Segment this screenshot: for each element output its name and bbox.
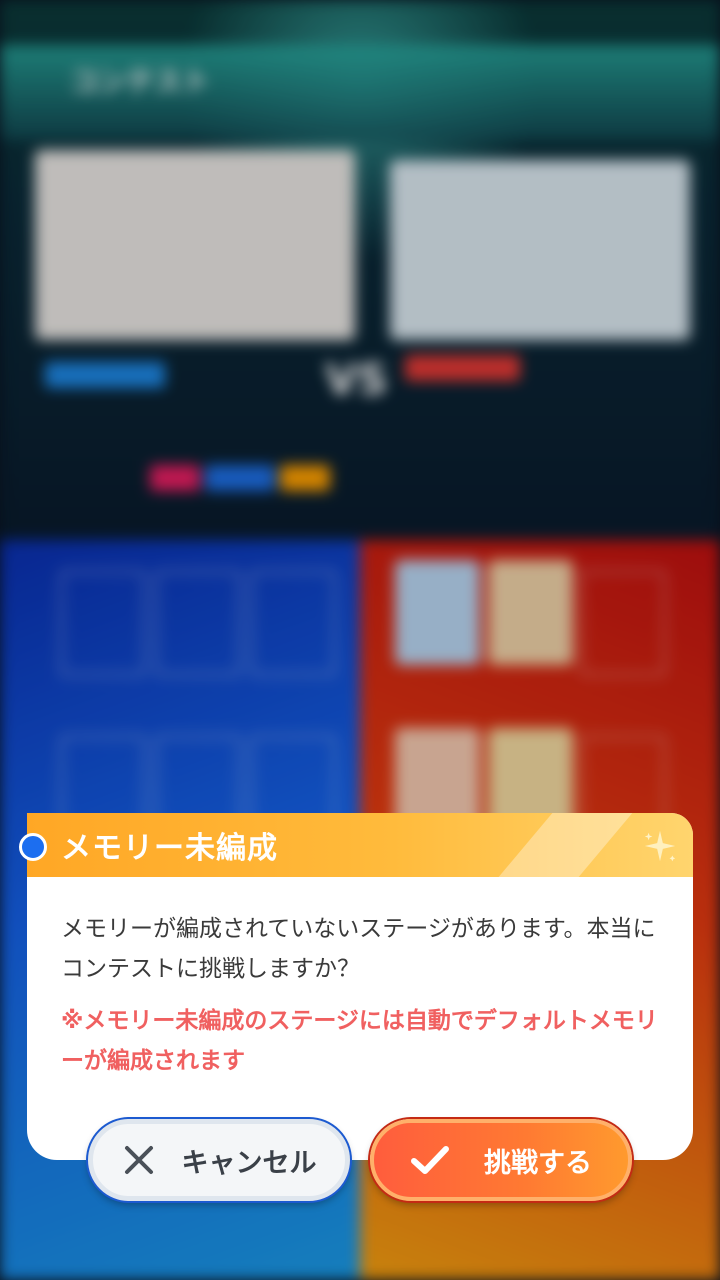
dialog-note: ※メモリー未編成のステージには自動でデフォルトメモリーが編成されます: [61, 1008, 658, 1074]
close-icon: [124, 1146, 153, 1174]
confirm-button-label: 挑戦する: [484, 1147, 592, 1179]
header-bullet-icon: [19, 833, 47, 861]
cancel-button-label: キャンセル: [181, 1147, 317, 1179]
sparkle-icon: [644, 830, 676, 862]
dialog-title: メモリー未編成: [61, 831, 278, 866]
header-decoration: [485, 813, 641, 877]
checkmark-icon: [411, 1146, 449, 1174]
dialog-message: メモリーが編成されていないステージがあります。本当にコンテストに挑戦しますか？: [61, 916, 656, 982]
confirm-challenge-button[interactable]: 挑戦する: [370, 1119, 632, 1201]
memory-warning-dialog: メモリー未編成 メモリーが編成されていないステージがあります。本当にコンテストに…: [19, 813, 693, 1160]
dialog-header: メモリー未編成: [27, 813, 693, 877]
cancel-button[interactable]: キャンセル: [88, 1119, 350, 1201]
